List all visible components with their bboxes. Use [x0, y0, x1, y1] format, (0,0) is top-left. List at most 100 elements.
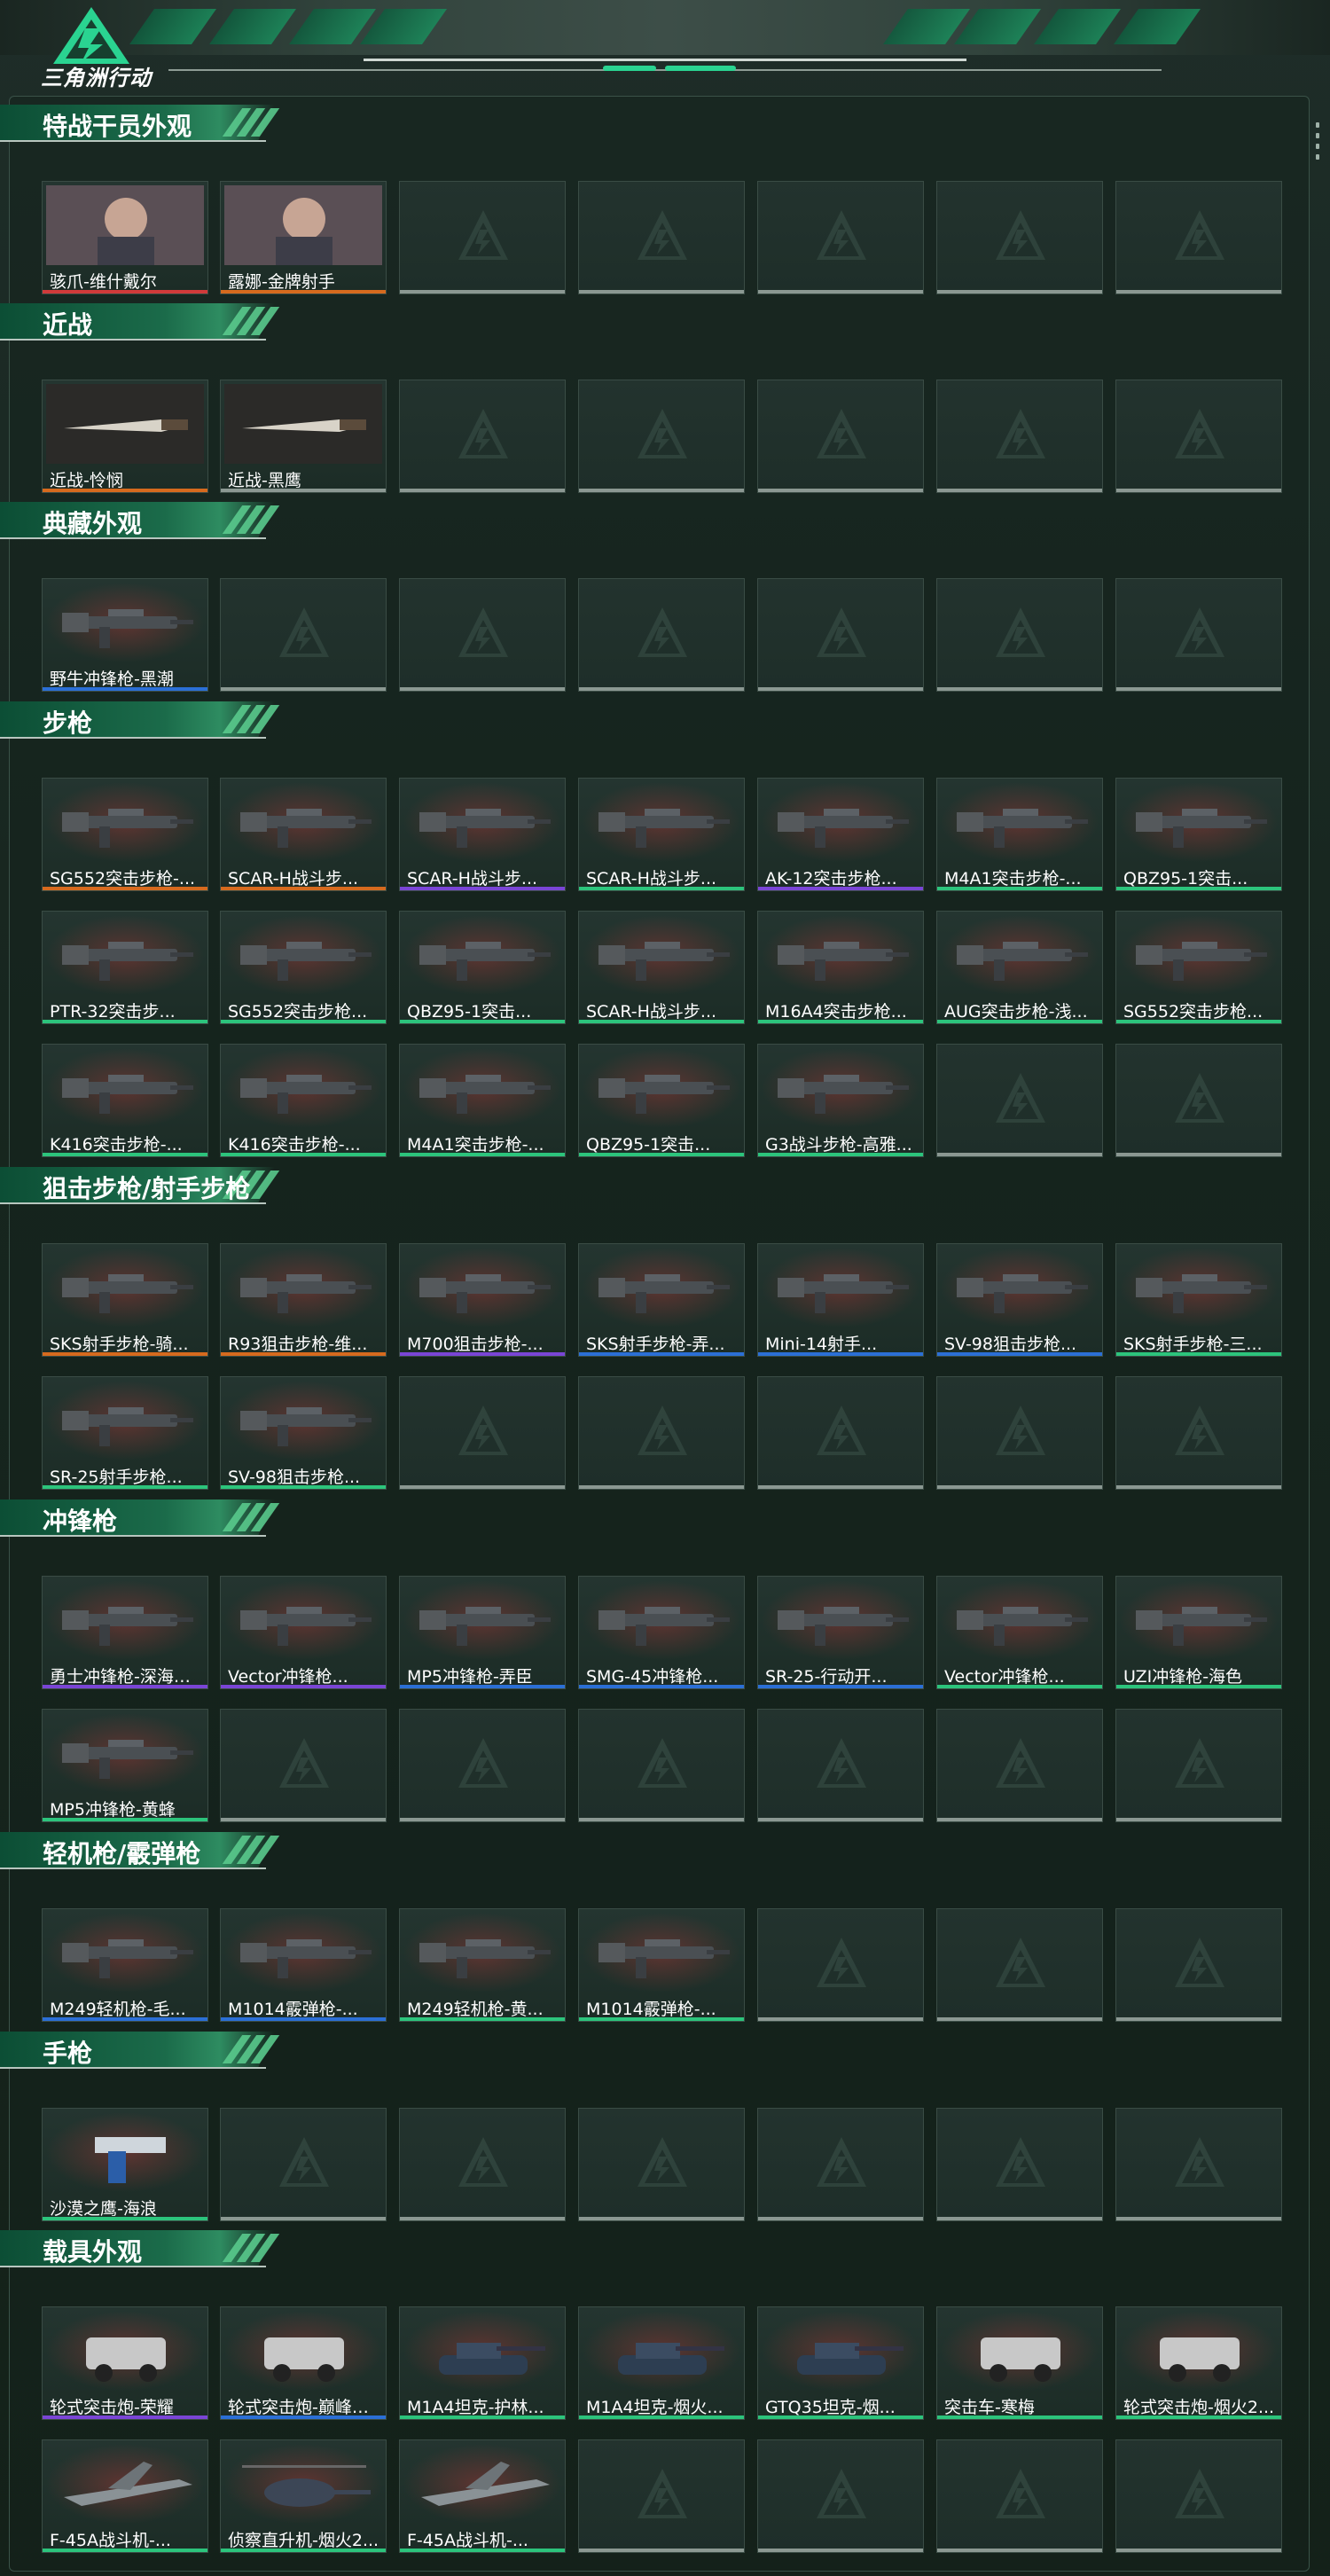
skin-card[interactable]: SCAR-H战斗步...: [399, 778, 566, 891]
jet-icon: [46, 2444, 204, 2524]
rarity-bar: [579, 1020, 744, 1023]
skin-card[interactable]: SKS射手步枪-弄...: [578, 1243, 745, 1357]
smg-icon: [403, 1580, 561, 1660]
skin-card[interactable]: F-45A战斗机-...: [399, 2439, 566, 2553]
skin-card[interactable]: AUG突击步枪-浅...: [936, 911, 1103, 1024]
section-title: 近战: [43, 310, 93, 340]
slot-underline: [400, 1818, 565, 1821]
skin-card[interactable]: 近战-怜悯: [42, 380, 208, 493]
placeholder-logo-icon: [638, 210, 687, 260]
skin-card-label: SKS射手步枪-骑...: [50, 1335, 189, 1354]
skin-card-label: SCAR-H战斗步...: [228, 869, 359, 889]
skin-card[interactable]: MP5冲锋枪-弄臣: [399, 1576, 566, 1689]
lmg-icon: [403, 1913, 561, 1993]
skin-card[interactable]: 轮式突击炮-巅峰竞...: [220, 2306, 387, 2420]
skin-card[interactable]: 突击车-寒梅: [936, 2306, 1103, 2420]
empty-slot: [1115, 1044, 1282, 1157]
skin-card[interactable]: Vector冲锋枪...: [220, 1576, 387, 1689]
skin-card[interactable]: 轮式突击炮-烟火2...: [1115, 2306, 1282, 2420]
rarity-bar: [43, 489, 207, 492]
skin-card[interactable]: SKS射手步枪-三...: [1115, 1243, 1282, 1357]
rarity-bar: [1116, 1020, 1281, 1023]
skin-card-label: 骇爪-维什戴尔: [50, 272, 157, 292]
skin-card[interactable]: SR-25-行动开...: [757, 1576, 924, 1689]
helicopter-icon: [224, 2444, 382, 2524]
skin-card-label: M249轻机枪-毛...: [50, 2000, 186, 2019]
skin-card[interactable]: MP5冲锋枪-黄蜂: [42, 1709, 208, 1822]
skin-card-label: QBZ95-1突击...: [586, 1135, 711, 1155]
rifle-icon: [583, 915, 740, 995]
scrollbar-handle[interactable]: [1316, 122, 1319, 161]
skin-card[interactable]: M1A4坦克-护林...: [399, 2306, 566, 2420]
skin-card[interactable]: Vector冲锋枪...: [936, 1576, 1103, 1689]
skin-card[interactable]: SMG-45冲锋枪...: [578, 1576, 745, 1689]
skin-card[interactable]: GTQ35坦克-烟...: [757, 2306, 924, 2420]
skin-card[interactable]: M1014霰弹枪-...: [220, 1908, 387, 2022]
skin-card[interactable]: K416突击步枪-...: [42, 1044, 208, 1157]
rarity-bar: [43, 1352, 207, 1356]
smg-icon: [224, 1580, 382, 1660]
skin-card[interactable]: UZI冲锋枪-海色: [1115, 1576, 1282, 1689]
empty-slot: [936, 2439, 1103, 2553]
skin-card[interactable]: 近战-黑鹰: [220, 380, 387, 493]
placeholder-logo-icon: [1175, 2469, 1224, 2518]
skin-card[interactable]: 露娜-金牌射手: [220, 181, 387, 294]
empty-slot: [1115, 2439, 1282, 2553]
skin-card[interactable]: SKS射手步枪-骑...: [42, 1243, 208, 1357]
skin-card[interactable]: K416突击步枪-...: [220, 1044, 387, 1157]
skin-card[interactable]: F-45A战斗机-...: [42, 2439, 208, 2553]
skin-card[interactable]: SG552突击步枪...: [1115, 911, 1282, 1024]
placeholder-logo-icon: [817, 2469, 866, 2518]
shotgun-icon: [224, 1913, 382, 1993]
empty-slot: [757, 181, 924, 294]
skin-card[interactable]: 轮式突击炮-荣耀: [42, 2306, 208, 2420]
placeholder-logo-icon: [279, 1738, 329, 1788]
skin-card[interactable]: G3战斗步枪-高雅...: [757, 1044, 924, 1157]
skin-card[interactable]: Mini-14射手...: [757, 1243, 924, 1357]
skin-card-label: M249轻机枪-黄...: [407, 2000, 544, 2019]
skin-card[interactable]: SG552突击步枪...: [220, 911, 387, 1024]
skin-card[interactable]: SCAR-H战斗步...: [578, 911, 745, 1024]
skin-card[interactable]: M4A1突击步枪-...: [399, 1044, 566, 1157]
skin-card[interactable]: 侦察直升机-烟火2...: [220, 2439, 387, 2553]
skin-card-label: 露娜-金牌射手: [228, 272, 335, 292]
skin-card[interactable]: M1014霰弹枪-...: [578, 1908, 745, 2022]
skin-card[interactable]: 骇爪-维什戴尔: [42, 181, 208, 294]
skin-card-label: SKS射手步枪-弄...: [586, 1335, 725, 1354]
skin-card[interactable]: M249轻机枪-毛...: [42, 1908, 208, 2022]
skin-card[interactable]: M1A4坦克-烟火...: [578, 2306, 745, 2420]
section-title: 轻机枪/霰弹枪: [43, 1839, 201, 1868]
skin-card[interactable]: QBZ95-1突击...: [578, 1044, 745, 1157]
skin-card[interactable]: SCAR-H战斗步...: [220, 778, 387, 891]
skin-card-label: SG552突击步枪-...: [50, 869, 196, 889]
skin-card[interactable]: R93狙击步枪-维...: [220, 1243, 387, 1357]
empty-slot: [757, 2439, 924, 2553]
rarity-bar: [43, 687, 207, 691]
skin-card[interactable]: 勇士冲锋枪-深海恐...: [42, 1576, 208, 1689]
placeholder-logo-icon: [279, 607, 329, 657]
skin-card[interactable]: AK-12突击步枪...: [757, 778, 924, 891]
skin-card[interactable]: M16A4突击步枪...: [757, 911, 924, 1024]
rifle-icon: [46, 915, 204, 995]
empty-slot: [578, 2108, 745, 2221]
skin-card[interactable]: 沙漠之鹰-海浪: [42, 2108, 208, 2221]
skin-card[interactable]: M4A1突击步枪-...: [936, 778, 1103, 891]
skin-card[interactable]: SR-25射手步枪...: [42, 1376, 208, 1490]
skin-card[interactable]: M700狙击步枪-...: [399, 1243, 566, 1357]
rarity-bar: [579, 2017, 744, 2021]
skin-card[interactable]: M249轻机枪-黄...: [399, 1908, 566, 2022]
skin-card[interactable]: 野牛冲锋枪-黑潮: [42, 578, 208, 692]
slot-underline: [937, 489, 1102, 492]
tank-icon: [762, 2311, 919, 2391]
skin-card[interactable]: PTR-32突击步...: [42, 911, 208, 1024]
skin-card[interactable]: QBZ95-1突击...: [1115, 778, 1282, 891]
skin-card[interactable]: SCAR-H战斗步...: [578, 778, 745, 891]
skin-card[interactable]: QBZ95-1突击...: [399, 911, 566, 1024]
empty-slot: [1115, 1376, 1282, 1490]
skin-card[interactable]: SG552突击步枪-...: [42, 778, 208, 891]
skin-card[interactable]: SV-98狙击步枪...: [936, 1243, 1103, 1357]
skin-card[interactable]: SV-98狙击步枪...: [220, 1376, 387, 1490]
slot-underline: [758, 489, 923, 492]
rarity-bar: [43, 1818, 207, 1821]
rarity-bar: [400, 2549, 565, 2552]
